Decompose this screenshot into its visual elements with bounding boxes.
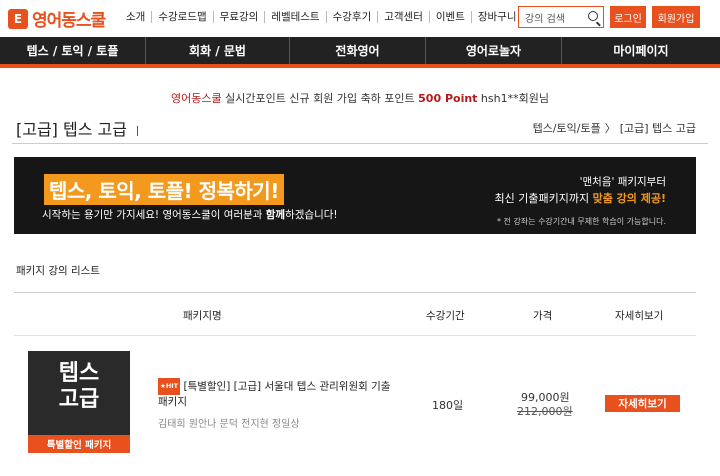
join-button[interactable]: 회원가입 xyxy=(652,6,700,28)
package-name: [특별할인] [고급] 서울대 텝스 관리위원회 기출 패키지 xyxy=(158,380,391,409)
top-nav-free-lecture[interactable]: 무료강의 xyxy=(214,11,266,23)
banner-headline: 텝스, 토익, 토플! 정복하기! xyxy=(44,174,284,205)
breadcrumb-category[interactable]: 텝스/토익/토플 xyxy=(533,120,601,136)
logo-text: 영어동스쿨 xyxy=(32,11,106,31)
col-header-price: 가격 xyxy=(533,310,553,322)
package-duration: 180일 xyxy=(432,399,464,412)
notice-brand: 영어동스쿨 xyxy=(171,92,222,105)
notice-user: hsh1**회원님 xyxy=(477,92,549,105)
package-list-title: 패키지 강의 리스트 xyxy=(16,265,100,277)
table-top-border xyxy=(14,292,696,293)
main-nav-teps-toeic-toefl[interactable]: 텝스 / 토익 / 토플 xyxy=(0,37,146,64)
promo-banner[interactable]: 텝스, 토익, 토플! 정복하기! 시작하는 용기만 가지세요! 영어동스쿨이 … xyxy=(14,157,696,234)
col-header-detail: 자세히보기 xyxy=(615,310,664,322)
thumb-line1: 텝스 xyxy=(58,361,100,386)
banner-subtext: 시작하는 용기만 가지세요! 영어동스쿨이 여러분과 함께하겠습니다! xyxy=(42,207,338,222)
banner-subtext-bold: 함께 xyxy=(265,209,286,221)
hit-badge: ★HIT xyxy=(158,378,181,395)
top-nav: 소개 수강로드맵 무료강의 레벨테스트 수강후기 고객센터 이벤트 장바구니 xyxy=(120,11,523,23)
search-input[interactable]: 강의 검색 xyxy=(518,6,604,28)
table-header-border xyxy=(14,335,696,336)
banner-right-line2: 최신 기출패키지까지 맞춤 강의 제공! xyxy=(495,190,666,206)
detail-button[interactable]: 자세히보기 xyxy=(605,395,680,412)
breadcrumb: 텝스/토익/토플 〉 [고급] 텝스 고급 xyxy=(533,120,696,136)
top-nav-level-test[interactable]: 레벨테스트 xyxy=(265,11,327,23)
banner-right-line2a: 최신 기출패키지까지 xyxy=(494,192,593,205)
thumb-line2: 고급 xyxy=(58,387,100,412)
banner-subtext-a: 시작하는 용기만 가지세요! 영어동스쿨이 여러분과 xyxy=(42,209,266,221)
banner-note: * 전 강좌는 수강기간내 무제한 학습이 가능합니다. xyxy=(497,217,666,226)
top-nav-roadmap[interactable]: 수강로드맵 xyxy=(152,11,214,23)
top-bar: E 영어동스쿨 소개 수강로드맵 무료강의 레벨테스트 수강후기 고객센터 이벤… xyxy=(0,0,720,36)
login-button[interactable]: 로그인 xyxy=(610,6,646,28)
page-title: [고급] 텝스 고급 xyxy=(16,116,138,140)
logo-icon: E xyxy=(8,8,28,29)
search-icon[interactable] xyxy=(588,11,598,21)
col-header-package-name: 패키지명 xyxy=(183,310,222,322)
breadcrumb-current: [고급] 텝스 고급 xyxy=(619,122,696,135)
notice-text: 실시간포인트 신규 회원 가입 축하 포인트 xyxy=(221,92,419,105)
notice-point: 500 Point xyxy=(418,92,478,105)
package-thumbnail[interactable]: 텝스 고급 특별할인 패키지 xyxy=(28,351,130,453)
title-divider xyxy=(136,125,138,136)
top-nav-reviews[interactable]: 수강후기 xyxy=(327,11,379,23)
main-nav-phone-english[interactable]: 전화영어 xyxy=(290,37,426,64)
package-teachers: 김태희 원안나 문덕 전지현 정일상 xyxy=(158,419,300,430)
banner-right-line1: '맨처음' 패키지부터 xyxy=(579,176,666,188)
point-notice: 영어동스쿨 실시간포인트 신규 회원 가입 축하 포인트 500 Point h… xyxy=(0,90,720,106)
top-nav-support[interactable]: 고객센터 xyxy=(378,11,430,23)
page-title-text: [고급] 텝스 고급 xyxy=(16,120,127,139)
breadcrumb-separator: 〉 xyxy=(604,122,616,135)
top-nav-cart[interactable]: 장바구니 xyxy=(472,11,523,23)
banner-subtext-b: 하겠습니다! xyxy=(285,209,338,221)
search-placeholder: 강의 검색 xyxy=(525,13,565,25)
top-nav-intro[interactable]: 소개 xyxy=(120,11,153,23)
main-nav-conversation-grammar[interactable]: 회화 / 문법 xyxy=(146,37,290,64)
top-nav-events[interactable]: 이벤트 xyxy=(430,11,472,23)
main-nav: 텝스 / 토익 / 토플 회화 / 문법 전화영어 영어로놀자 마이페이지 xyxy=(0,37,720,68)
thumb-tag: 특별할인 패키지 xyxy=(28,435,130,453)
col-header-duration: 수강기간 xyxy=(426,310,465,322)
package-original-price: 212,000원 xyxy=(517,405,573,418)
site-logo[interactable]: E 영어동스쿨 xyxy=(8,6,106,31)
main-nav-play-english[interactable]: 영어로놀자 xyxy=(426,37,562,64)
main-nav-mypage[interactable]: 마이페이지 xyxy=(562,37,720,64)
banner-right-emphasis: 맞춤 강의 제공! xyxy=(592,192,666,205)
package-name-link[interactable]: ★HIT [특별할인] [고급] 서울대 텝스 관리위원회 기출 패키지 xyxy=(158,378,398,410)
divider xyxy=(12,143,708,144)
